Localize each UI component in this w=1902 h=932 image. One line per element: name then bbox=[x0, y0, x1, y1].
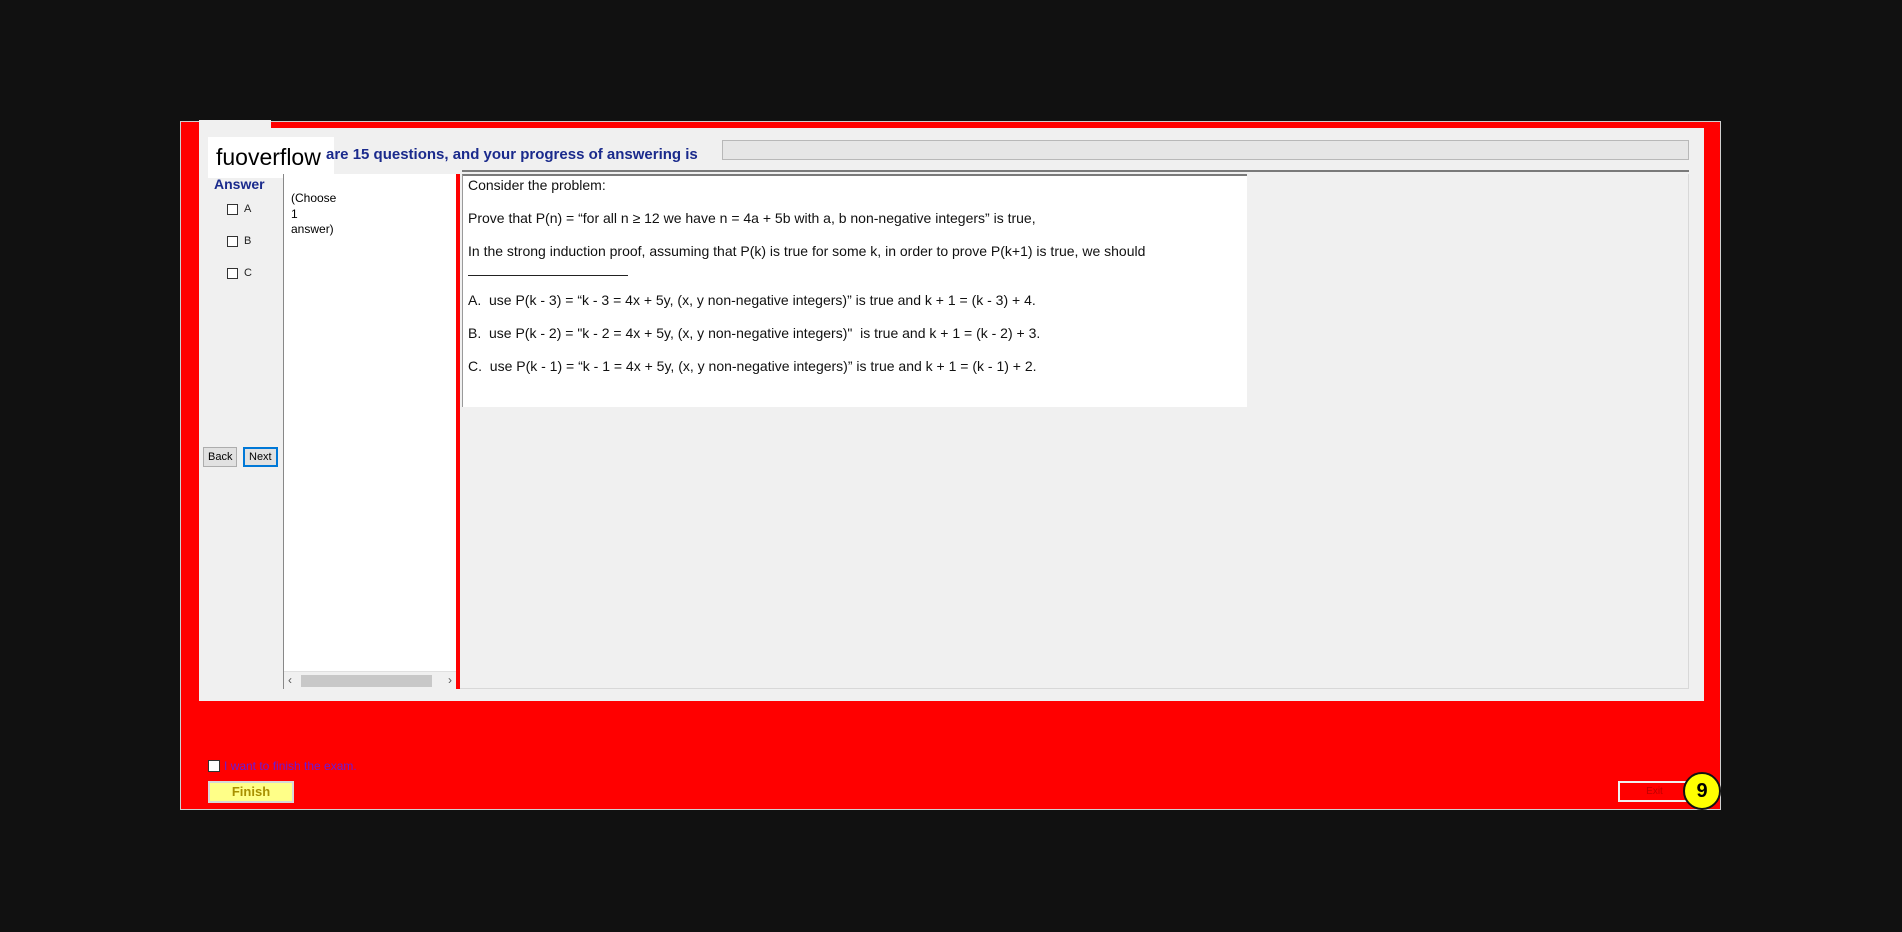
instruction-line: (Choose bbox=[291, 191, 337, 205]
scrollbar-thumb[interactable] bbox=[301, 675, 432, 687]
answer-title: Answer bbox=[214, 176, 265, 192]
exam-window: fuoverflow are 15 questions, and your pr… bbox=[180, 120, 1721, 810]
answer-option-b[interactable]: B bbox=[227, 235, 251, 247]
question-prompt: In the strong induction proof, assuming … bbox=[468, 243, 1146, 259]
question-intro: Consider the problem: bbox=[468, 177, 606, 193]
finish-exam-checkbox[interactable]: I want to finish the exam. bbox=[208, 759, 357, 773]
window-tab-stub bbox=[199, 120, 271, 128]
finish-button[interactable]: Finish bbox=[208, 781, 294, 803]
question-option-b: B. use P(k - 2) = "k - 2 = 4x + 5y, (x, … bbox=[468, 325, 1041, 341]
answer-option-c[interactable]: C bbox=[227, 267, 252, 279]
back-button[interactable]: Back bbox=[203, 447, 238, 467]
question-area: Consider the problem: Prove that P(n) = … bbox=[460, 174, 1689, 689]
instruction-line: answer) bbox=[291, 222, 334, 236]
exit-button[interactable]: Exit bbox=[1618, 781, 1691, 802]
instruction-line: 1 bbox=[291, 206, 298, 221]
question-number-badge: 9 bbox=[1683, 772, 1721, 810]
finish-checkbox-box[interactable] bbox=[208, 760, 220, 772]
progress-bar bbox=[722, 140, 1689, 160]
answer-option-label: B bbox=[244, 235, 252, 247]
question-statement: Prove that P(n) = “for all n ≥ 12 we hav… bbox=[468, 210, 1036, 226]
checkbox-b[interactable] bbox=[227, 235, 238, 247]
question-box: Consider the problem: Prove that P(n) = … bbox=[462, 174, 1247, 407]
next-button[interactable]: Next bbox=[243, 447, 278, 467]
checkbox-a[interactable] bbox=[227, 203, 238, 215]
checkbox-c[interactable] bbox=[227, 267, 238, 279]
answer-option-label: C bbox=[244, 267, 252, 279]
answer-option-a[interactable]: A bbox=[227, 203, 251, 215]
answer-blank-line bbox=[468, 275, 628, 276]
question-option-c: C. use P(k - 1) = “k - 1 = 4x + 5y, (x, … bbox=[468, 358, 1037, 374]
scroll-right-icon[interactable]: › bbox=[448, 672, 452, 689]
answer-panel: Answer A B C Back Next bbox=[199, 174, 284, 689]
instruction-panel: (Choose 1 answer) ‹ › bbox=[283, 174, 456, 689]
exam-panel: fuoverflow are 15 questions, and your pr… bbox=[199, 128, 1704, 701]
question-option-a: A. use P(k - 3) = “k - 3 = 4x + 5y, (x, … bbox=[468, 292, 1036, 308]
horizontal-scrollbar[interactable]: ‹ › bbox=[284, 671, 456, 689]
progress-label: are 15 questions, and your progress of a… bbox=[326, 146, 698, 163]
scroll-left-icon[interactable]: ‹ bbox=[288, 672, 292, 689]
header-divider bbox=[462, 170, 1689, 172]
finish-checkbox-label: I want to finish the exam. bbox=[224, 759, 357, 773]
answer-option-label: A bbox=[244, 203, 252, 215]
app-title: fuoverflow bbox=[208, 137, 334, 178]
instruction-text: (Choose 1 answer) bbox=[291, 191, 336, 238]
